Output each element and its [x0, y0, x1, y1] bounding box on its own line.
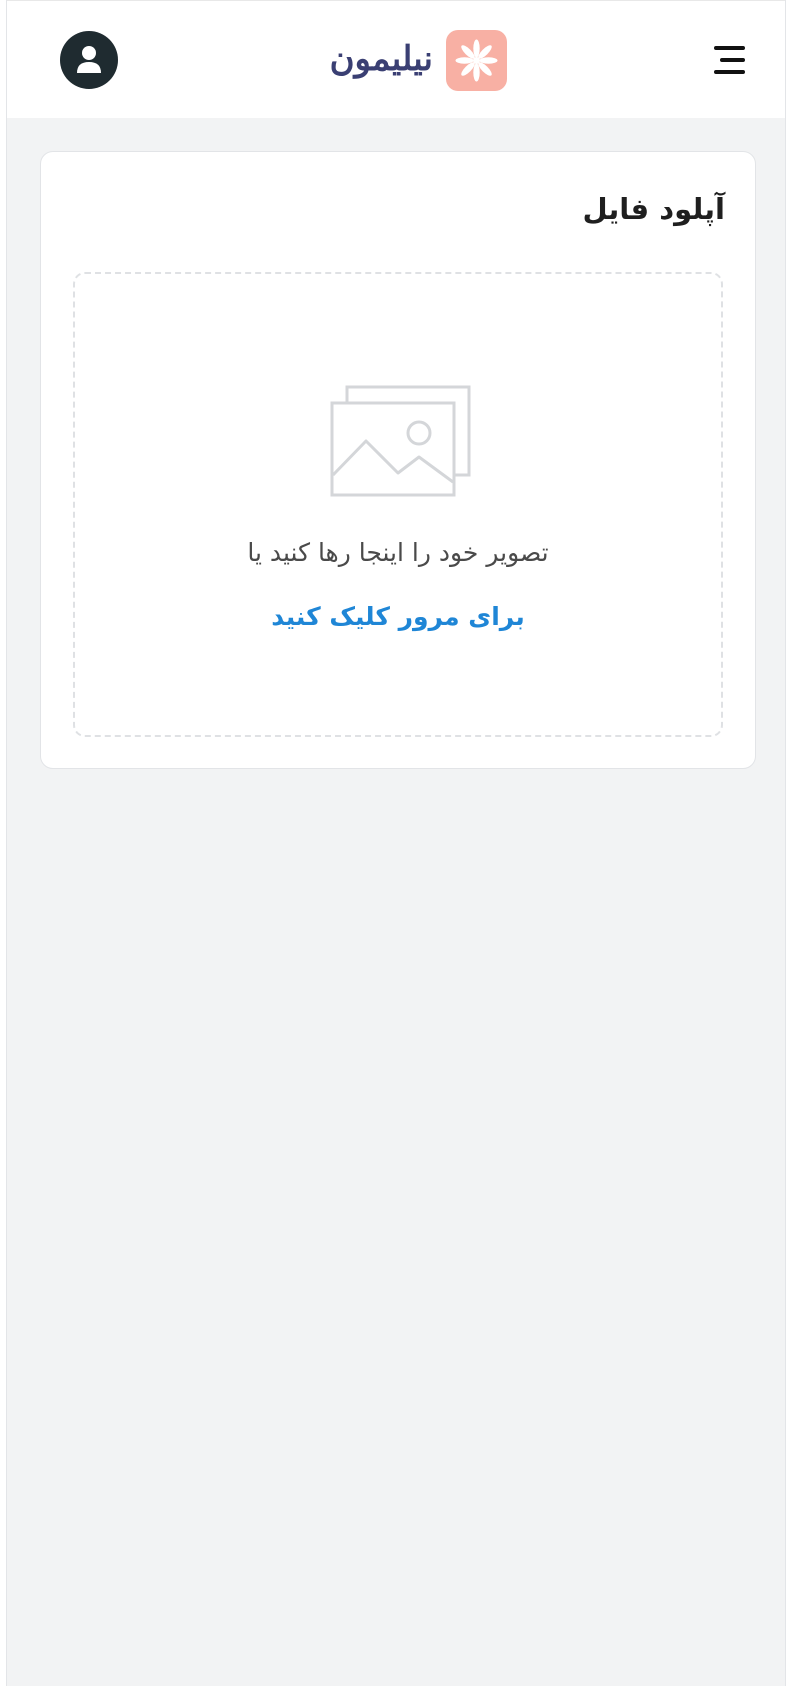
logo-wordmark: نیلیمون — [329, 39, 433, 79]
top-header: نیلیمون — [7, 0, 785, 118]
image-gallery-placeholder-icon — [330, 385, 471, 497]
dropzone-instruction: تصویر خود را اینجا رها کنید یا — [247, 538, 549, 567]
app-viewport: نیلیمون آپلود فایل تصویر خود را اینجا ره… — [6, 0, 786, 1686]
user-account-icon — [77, 46, 101, 73]
image-dropzone[interactable]: تصویر خود را اینجا رها کنید یا برای مرور… — [73, 272, 723, 737]
hamburger-menu-icon — [714, 46, 745, 74]
site-logo[interactable]: نیلیمون — [329, 30, 507, 92]
sparkle-flower-icon — [455, 39, 498, 82]
browse-files-link[interactable]: برای مرور کلیک کنید — [271, 602, 524, 631]
upload-title: آپلود فایل — [582, 192, 725, 226]
logo-mark — [446, 30, 507, 91]
user-account-button[interactable] — [60, 31, 118, 89]
upload-card: آپلود فایل تصویر خود را اینجا رها کنید ی… — [40, 151, 756, 769]
menu-button[interactable] — [709, 41, 749, 79]
